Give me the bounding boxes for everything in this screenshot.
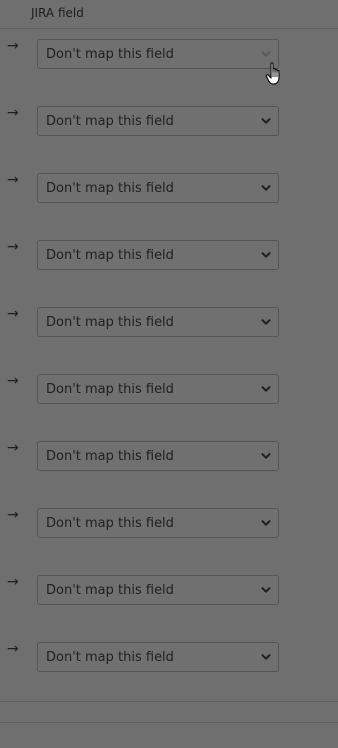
right-arrow-icon: → xyxy=(7,574,19,590)
right-arrow-icon: → xyxy=(7,105,19,121)
mapping-row: → Don't map this field xyxy=(0,39,338,73)
select-value: Don't map this field xyxy=(46,583,174,598)
select-value: Don't map this field xyxy=(46,315,174,330)
mapping-row: → Don't map this field xyxy=(0,374,338,408)
jira-field-select[interactable]: Don't map this field xyxy=(37,508,279,538)
mapping-row: → Don't map this field xyxy=(0,642,338,676)
select-value: Don't map this field xyxy=(46,382,174,397)
right-arrow-icon: → xyxy=(7,440,19,456)
right-arrow-icon: → xyxy=(7,507,19,523)
jira-field-select[interactable]: Don't map this field xyxy=(37,642,279,672)
right-arrow-icon: → xyxy=(7,641,19,657)
jira-field-select[interactable]: Don't map this field xyxy=(37,441,279,471)
chevron-down-icon xyxy=(261,585,271,595)
jira-field-select[interactable]: Don't map this field xyxy=(37,307,279,337)
chevron-down-icon xyxy=(261,451,271,461)
chevron-down-icon xyxy=(261,183,271,193)
chevron-down-icon xyxy=(261,652,271,662)
right-arrow-icon: → xyxy=(7,373,19,389)
mapping-row: → Don't map this field xyxy=(0,307,338,341)
jira-field-column-header: JIRA field xyxy=(31,6,84,20)
right-arrow-icon: → xyxy=(7,38,19,54)
chevron-down-icon xyxy=(261,116,271,126)
table-header: JIRA field xyxy=(0,0,338,29)
select-value: Don't map this field xyxy=(46,516,174,531)
jira-field-select[interactable]: Don't map this field xyxy=(37,173,279,203)
right-arrow-icon: → xyxy=(7,172,19,188)
select-value: Don't map this field xyxy=(46,114,174,129)
jira-field-select[interactable]: Don't map this field xyxy=(37,240,279,270)
select-value: Don't map this field xyxy=(46,47,174,62)
select-value: Don't map this field xyxy=(46,248,174,263)
select-value: Don't map this field xyxy=(46,449,174,464)
mapping-row: → Don't map this field xyxy=(0,106,338,140)
jira-field-select[interactable]: Don't map this field xyxy=(37,106,279,136)
mapping-row: → Don't map this field xyxy=(0,575,338,609)
chevron-down-icon xyxy=(261,518,271,528)
hand-pointer-cursor-icon xyxy=(265,60,285,88)
jira-field-select[interactable]: Don't map this field xyxy=(37,39,279,69)
jira-field-select[interactable]: Don't map this field xyxy=(37,374,279,404)
mapping-row: → Don't map this field xyxy=(0,508,338,542)
jira-field-select[interactable]: Don't map this field xyxy=(37,575,279,605)
chevron-down-icon xyxy=(261,49,271,59)
right-arrow-icon: → xyxy=(7,306,19,322)
chevron-down-icon xyxy=(261,317,271,327)
chevron-down-icon xyxy=(261,250,271,260)
footer-divider xyxy=(0,722,338,723)
mapping-row: → Don't map this field xyxy=(0,240,338,274)
mapping-row: → Don't map this field xyxy=(0,173,338,207)
mapping-row: → Don't map this field xyxy=(0,441,338,475)
select-value: Don't map this field xyxy=(46,650,174,665)
footer-divider xyxy=(0,701,338,702)
right-arrow-icon: → xyxy=(7,239,19,255)
chevron-down-icon xyxy=(261,384,271,394)
select-value: Don't map this field xyxy=(46,181,174,196)
